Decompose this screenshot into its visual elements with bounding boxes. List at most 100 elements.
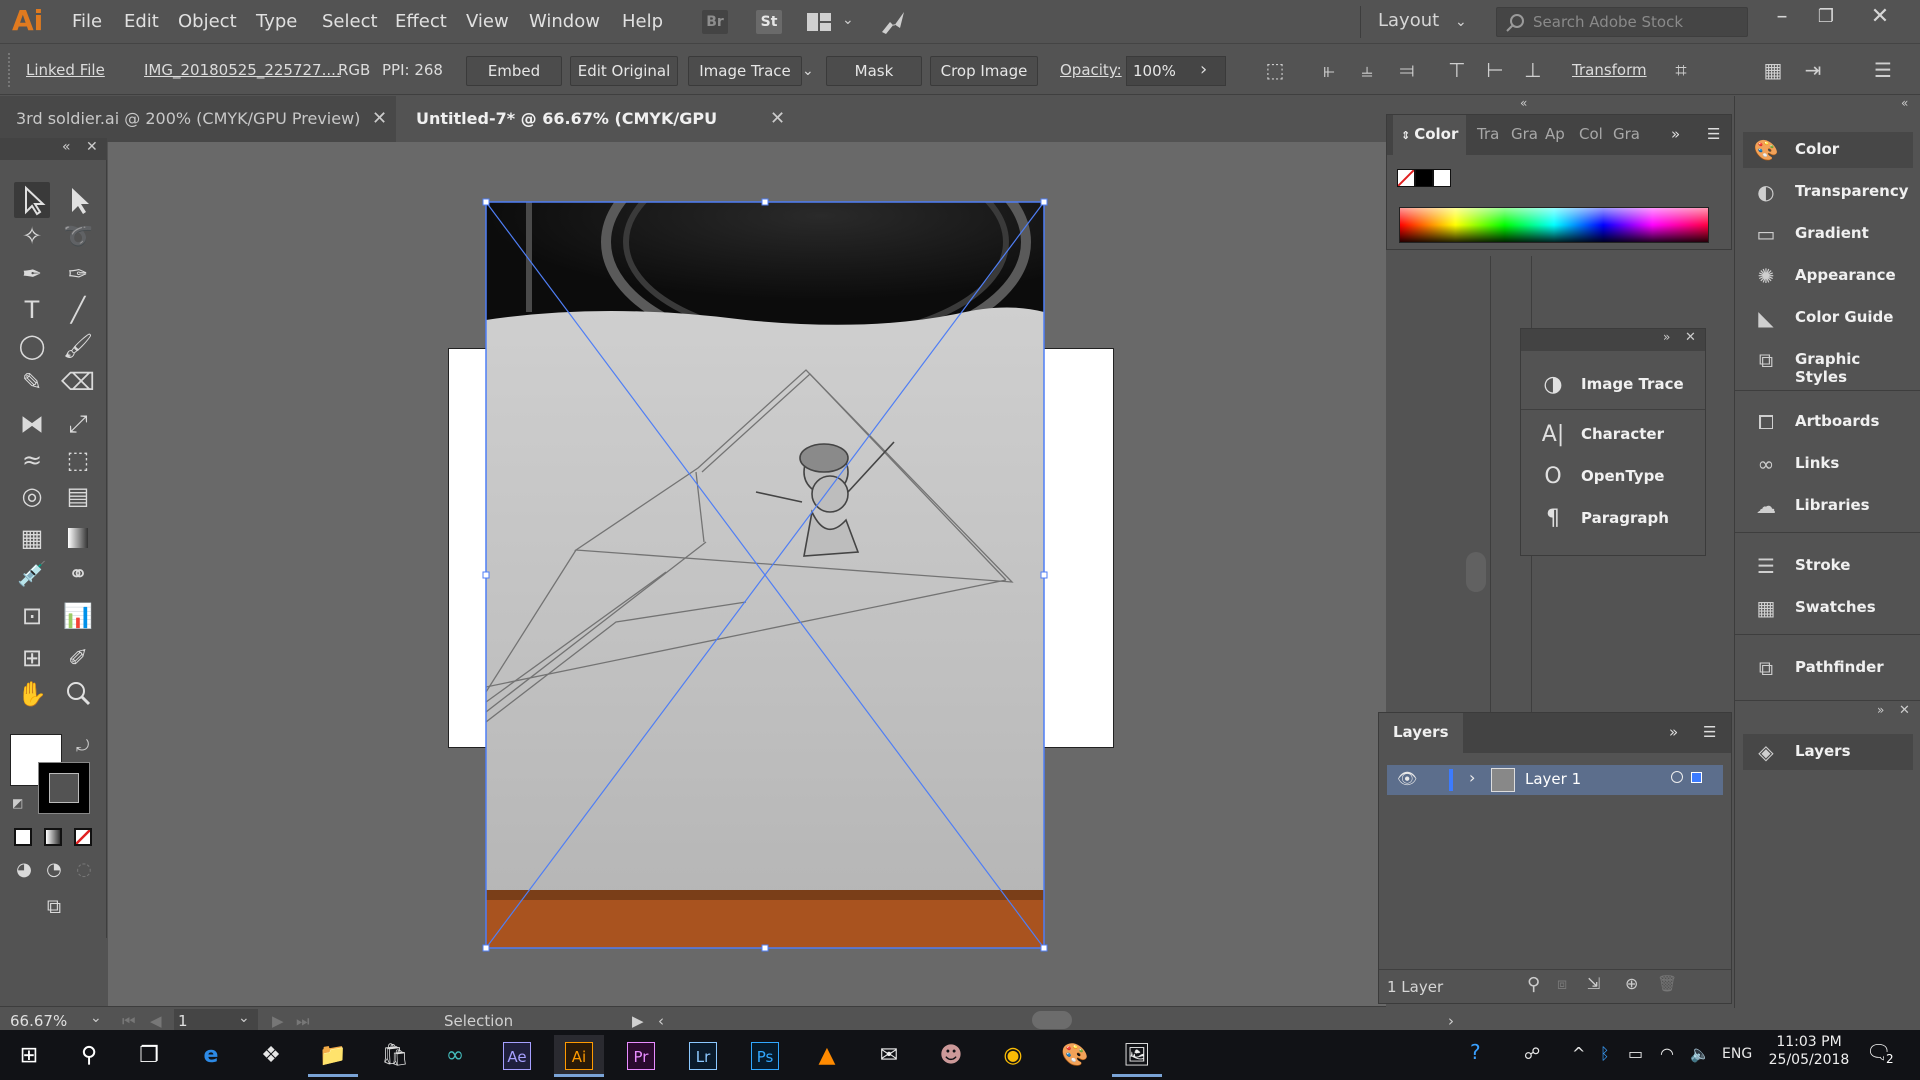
after-effects-icon[interactable]: Ae — [492, 1035, 542, 1077]
dock-collapse-bar[interactable]: « — [1735, 96, 1920, 114]
color-spectrum-bar[interactable] — [1399, 207, 1709, 243]
file-explorer-icon[interactable]: 📁 — [308, 1035, 358, 1077]
distribute-icon[interactable]: ⇥ — [1800, 56, 1826, 84]
dock-libraries-button[interactable]: ☁ Libraries — [1743, 488, 1913, 524]
wifi-icon[interactable]: ◠ — [1660, 1044, 1674, 1063]
arduino-icon[interactable]: ∞ — [430, 1035, 480, 1077]
eyedropper-tool-icon[interactable]: 💉 — [14, 556, 50, 592]
slice-tool-icon[interactable]: ✐ — [60, 640, 96, 676]
arrange-icon[interactable]: ▦ — [1760, 56, 1786, 84]
help-tray-icon[interactable]: ? — [1470, 1040, 1481, 1064]
opacity-field[interactable]: 100% — [1126, 56, 1226, 86]
grip-handle[interactable] — [8, 53, 11, 87]
search-icon[interactable]: ⚲ — [64, 1035, 114, 1077]
reflect-tool-icon[interactable]: ⧓ — [14, 406, 50, 442]
symbol-sprayer-tool-icon[interactable]: ⊡ — [14, 598, 50, 634]
embed-button[interactable]: Embed — [466, 56, 562, 86]
status-menu-arrow-icon[interactable]: ▶ — [632, 1012, 644, 1030]
type-tool-icon[interactable]: T — [14, 292, 50, 328]
menu-effect[interactable]: Effect — [395, 11, 447, 32]
menu-type[interactable]: Type — [256, 11, 297, 32]
column-graph-tool-icon[interactable]: 📊 — [60, 598, 96, 634]
crop-image-button[interactable]: Crop Image — [930, 56, 1038, 86]
image-trace-button[interactable]: Image Trace — [688, 56, 802, 86]
mail-icon[interactable]: ✉ — [864, 1035, 914, 1077]
white-swatch[interactable] — [1433, 169, 1451, 187]
start-button-icon[interactable]: ⊞ — [4, 1035, 54, 1077]
new-layer-icon[interactable]: ⊕ — [1625, 974, 1638, 993]
volume-icon[interactable]: 🔈 — [1690, 1044, 1710, 1063]
tab-untitled-7[interactable]: Untitled-7* @ 66.67% (CMYK/GPU Preview) … — [400, 96, 796, 174]
photos-icon[interactable]: 🖼 — [1112, 1035, 1162, 1077]
file-name-link[interactable]: IMG_20180525_225727.... — [144, 61, 341, 79]
shape-builder-tool-icon[interactable]: ◎ — [14, 478, 50, 514]
bridge-button[interactable]: Br — [702, 10, 728, 34]
isolate-icon[interactable]: ⌗ — [1668, 56, 1694, 84]
menu-edit[interactable]: Edit — [124, 11, 159, 32]
selection-indicator[interactable] — [1691, 772, 1702, 783]
visibility-eye-icon[interactable]: 👁 — [1397, 769, 1417, 788]
close-icon[interactable]: ✕ — [86, 139, 98, 155]
close-icon[interactable]: ✕ — [1860, 4, 1900, 29]
draw-inside-icon[interactable]: ◌ — [66, 852, 102, 888]
search-adobe-stock-input[interactable]: Search Adobe Stock — [1496, 7, 1748, 37]
locate-object-icon[interactable]: ⚲ — [1527, 974, 1540, 995]
image-trace-dropdown-icon[interactable]: ⌄ — [802, 63, 814, 79]
tab-transparency[interactable]: Tra — [1477, 125, 1499, 143]
direct-selection-tool-icon[interactable] — [60, 182, 96, 218]
horizontal-scroll-thumb[interactable] — [1032, 1011, 1072, 1029]
close-icon[interactable]: ✕ — [1685, 330, 1696, 345]
curvature-tool-icon[interactable]: ✑ — [60, 256, 96, 292]
target-circle-icon[interactable] — [1671, 771, 1683, 783]
dock-stroke-button[interactable]: ☰ Stroke — [1743, 548, 1913, 584]
more-tabs-icon[interactable]: » — [1671, 125, 1680, 143]
perspective-grid-tool-icon[interactable]: ▤ — [60, 478, 96, 514]
eraser-tool-icon[interactable]: ⌫ — [60, 364, 96, 400]
tab-layers[interactable]: Layers — [1379, 713, 1463, 753]
dock-links-button[interactable]: ∞ Links — [1743, 446, 1913, 482]
character-panel-button[interactable]: A| Character — [1533, 417, 1713, 453]
mask-button[interactable]: Mask — [826, 56, 922, 86]
gradient-mode-icon[interactable] — [44, 828, 62, 846]
layer-row[interactable]: 👁 › Layer 1 — [1387, 765, 1723, 795]
blend-tool-icon[interactable]: ⚭ — [60, 556, 96, 592]
scale-tool-icon[interactable]: ⤢ — [60, 406, 96, 442]
free-transform-tool-icon[interactable]: ⬚ — [60, 442, 96, 478]
dock-layers-button[interactable]: ◈ Layers — [1743, 734, 1913, 770]
restore-icon[interactable]: ❐ — [1806, 6, 1846, 27]
tab-gradient[interactable]: Gra — [1511, 125, 1538, 143]
arrange-documents-icon[interactable] — [806, 12, 832, 32]
screen-mode-icon[interactable]: ⧉ — [36, 888, 72, 924]
workspace-switcher[interactable]: Layout ⌄ — [1378, 10, 1467, 31]
mesh-tool-icon[interactable]: ▦ — [14, 520, 50, 556]
image-trace-panel-button[interactable]: ◑ Image Trace — [1533, 367, 1713, 403]
dock-pathfinder-button[interactable]: ⧉ Pathfinder — [1743, 650, 1913, 686]
dock-gradient-button[interactable]: ▭ Gradient — [1743, 216, 1913, 252]
default-fill-stroke-icon[interactable]: ◩ — [12, 796, 23, 810]
recolor-artwork-icon[interactable]: ⬚ — [1262, 56, 1288, 84]
magic-wand-tool-icon[interactable]: ✧ — [14, 218, 50, 254]
paintbrush-tool-icon[interactable]: 🖌 — [60, 328, 96, 364]
dock-scroll-thumb[interactable] — [1466, 552, 1486, 592]
opacity-label[interactable]: Opacity: — [1060, 61, 1122, 79]
dock-appearance-button[interactable]: ✺ Appearance — [1743, 258, 1913, 294]
close-icon[interactable]: ✕ — [372, 96, 387, 142]
opentype-panel-button[interactable]: O OpenType — [1533, 459, 1713, 495]
width-tool-icon[interactable]: ≈ — [14, 442, 50, 478]
align-top-icon[interactable]: ⊤ — [1444, 56, 1470, 84]
transform-link[interactable]: Transform — [1572, 61, 1647, 79]
black-swatch[interactable] — [1415, 169, 1433, 187]
tab-graphic-styles[interactable]: Gra — [1613, 125, 1640, 143]
swap-fill-stroke-icon[interactable]: ⤾ — [76, 736, 89, 756]
menu-file[interactable]: File — [72, 11, 102, 32]
lightroom-icon[interactable]: Lr — [678, 1035, 728, 1077]
selection-bounding-box[interactable] — [480, 196, 1050, 954]
dock-graphic-styles-button[interactable]: ⧉ Graphic Styles — [1743, 342, 1913, 386]
paragraph-panel-button[interactable]: ¶ Paragraph — [1533, 501, 1713, 537]
menu-window[interactable]: Window — [529, 11, 600, 32]
gpu-performance-icon[interactable] — [878, 8, 908, 36]
expand-icon[interactable]: » — [1877, 703, 1884, 717]
minimize-icon[interactable]: – — [1762, 4, 1802, 29]
pen-tool-icon[interactable]: ✒ — [14, 256, 50, 292]
dock-swatches-button[interactable]: ▦ Swatches — [1743, 590, 1913, 626]
